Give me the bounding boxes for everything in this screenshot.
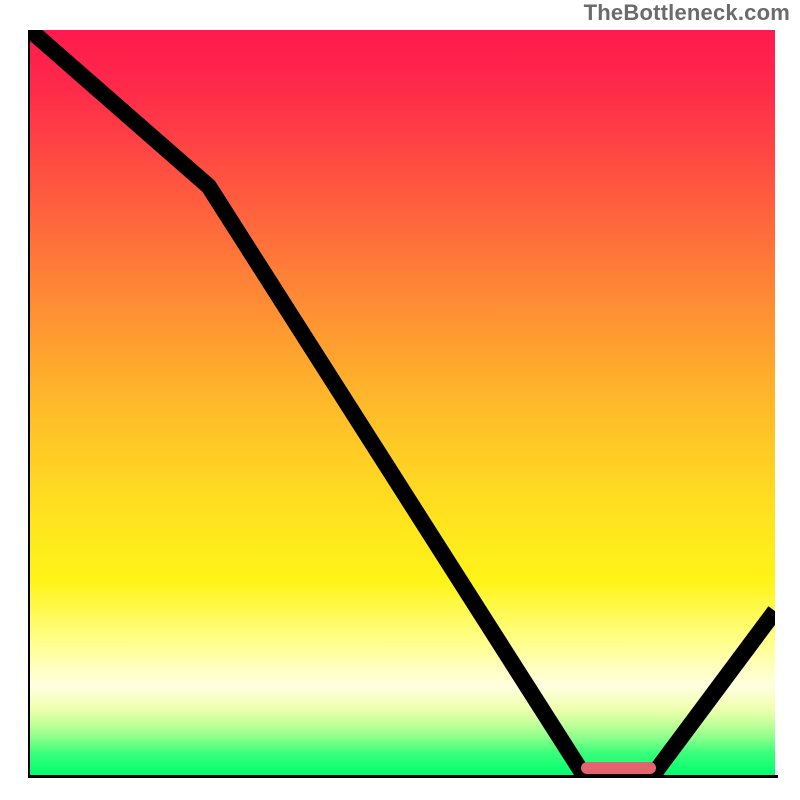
plot-area [30,30,775,775]
optimal-range-marker [581,762,656,774]
curve-svg [30,30,775,775]
x-axis [28,775,778,778]
attribution-text: TheBottleneck.com [584,0,790,26]
bottleneck-curve [30,30,775,771]
